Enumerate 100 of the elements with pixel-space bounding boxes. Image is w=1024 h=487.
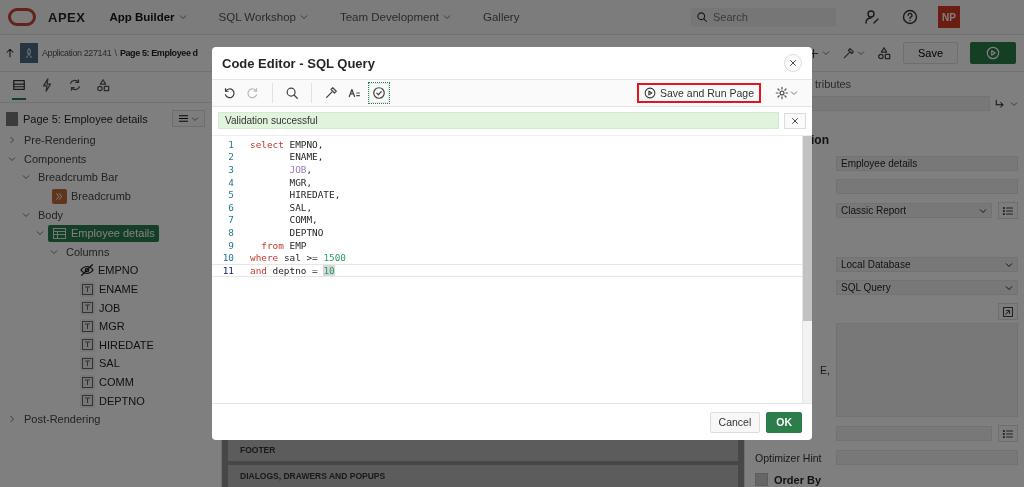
text-column-icon xyxy=(80,393,95,409)
tree-node[interactable]: EMPNO xyxy=(76,262,143,279)
help-icon xyxy=(902,9,918,25)
scrollbar[interactable] xyxy=(802,136,812,403)
user-avatar[interactable]: NP xyxy=(938,6,960,28)
list-icon xyxy=(1002,427,1014,440)
cancel-button[interactable]: Cancel xyxy=(709,411,761,433)
save-button[interactable]: Save xyxy=(902,42,958,64)
tree-node[interactable]: COMM xyxy=(76,373,138,391)
list-button[interactable] xyxy=(998,425,1018,442)
code-line: select EMPNO, xyxy=(250,138,324,150)
settings-button[interactable] xyxy=(775,86,798,100)
code-line: JOB, xyxy=(288,164,313,175)
nav-menu[interactable]: Gallery xyxy=(483,11,520,23)
breadcrumb-link[interactable]: Page 5: Employee d xyxy=(119,48,198,58)
chevron-down-icon xyxy=(299,13,308,21)
line-number: 3 xyxy=(227,164,234,175)
select-field[interactable]: Local Database xyxy=(836,257,1018,272)
wrench-icon xyxy=(841,46,855,60)
shared-components-button[interactable] xyxy=(876,46,891,60)
nav-menu[interactable]: Team Development xyxy=(339,11,451,23)
line-number: 9 xyxy=(227,239,234,251)
tree-node[interactable]: JOB xyxy=(76,299,125,317)
text-column-icon xyxy=(80,318,95,334)
chevron-down-icon xyxy=(191,114,199,123)
text-field[interactable]: Employee details xyxy=(836,156,1018,171)
tree-node[interactable]: Pre-Rendering xyxy=(20,133,100,148)
validate-button[interactable] xyxy=(368,82,390,104)
tree-node[interactable]: Columns xyxy=(62,244,114,259)
chevron-down-icon xyxy=(790,89,798,97)
tree-node[interactable]: Post-Rendering xyxy=(20,412,105,427)
text-format-icon xyxy=(348,86,362,100)
tree-node[interactable]: ENAME xyxy=(76,280,143,298)
rocket-icon xyxy=(23,47,35,59)
tree-menu-button[interactable] xyxy=(172,110,205,127)
line-number: 2 xyxy=(227,151,234,163)
layout-section: DIALOGS, DRAWERS AND POPUPS xyxy=(228,465,738,487)
text-column-icon xyxy=(80,281,95,297)
check-circle-icon xyxy=(372,86,386,100)
shapes-icon xyxy=(876,46,891,60)
menu-icon xyxy=(178,113,189,124)
list-icon xyxy=(1002,204,1014,217)
code-fragment: E, xyxy=(819,364,830,376)
chevron-right-icon xyxy=(8,136,16,145)
save-and-run-button[interactable]: Save and Run Page xyxy=(637,83,761,103)
shared-icon xyxy=(96,78,110,92)
chevron-down-icon xyxy=(856,49,865,57)
select-field[interactable]: SQL Query xyxy=(836,280,1018,295)
arrow-turn-icon xyxy=(994,97,1006,110)
search-icon xyxy=(696,10,708,23)
panel-tab[interactable] xyxy=(12,78,26,100)
checkbox[interactable] xyxy=(755,473,768,486)
up-arrow-icon xyxy=(4,47,16,59)
settings-icon xyxy=(775,86,789,100)
line-number: 5 xyxy=(227,189,234,201)
chevron-down-icon xyxy=(1005,260,1013,269)
chevron-down-icon xyxy=(22,210,30,219)
code-line: and deptno = 10 xyxy=(250,264,335,276)
rendering-icon xyxy=(12,78,26,92)
dynamic-actions-icon xyxy=(40,78,54,92)
run-button[interactable] xyxy=(970,42,1016,64)
play-circle-icon xyxy=(986,46,1000,60)
close-icon xyxy=(790,115,800,126)
ok-button[interactable]: OK xyxy=(766,411,802,433)
section-title: Order By xyxy=(774,473,822,486)
nav-menu[interactable]: App Builder xyxy=(109,11,187,23)
close-button[interactable] xyxy=(784,54,802,72)
code-line: from EMP xyxy=(260,239,307,251)
tree-node[interactable]: SAL xyxy=(76,354,124,372)
layout-section: FOOTER xyxy=(228,439,738,461)
chevron-down-icon xyxy=(979,206,987,215)
expand-button[interactable] xyxy=(998,303,1018,320)
play-circle-icon xyxy=(644,87,656,99)
code-line: DEPTNO xyxy=(288,226,324,238)
list-button[interactable] xyxy=(998,202,1018,219)
tree-node[interactable]: HIREDATE xyxy=(76,336,158,354)
text-column-icon xyxy=(80,355,95,371)
tree-node[interactable]: DEPTNO xyxy=(76,392,149,410)
tree-node[interactable]: Components xyxy=(20,151,91,166)
nav-menu[interactable]: SQL Workshop xyxy=(218,11,308,23)
search-field[interactable]: Search xyxy=(691,7,836,27)
chevron-down-icon xyxy=(821,49,830,57)
tree-node[interactable]: Breadcrumb Bar xyxy=(34,170,123,185)
code-line: COMM, xyxy=(288,214,318,226)
utilities-menu-button[interactable] xyxy=(841,46,865,60)
select-field[interactable]: Classic Report xyxy=(836,203,992,218)
close-button[interactable] xyxy=(784,112,806,129)
hidden-eye-icon xyxy=(80,263,94,278)
panel-tab[interactable]: tributes xyxy=(815,78,852,90)
search-icon xyxy=(285,86,299,100)
success-message: Validation successful xyxy=(218,112,779,129)
code-line: SAL, xyxy=(288,201,313,213)
field-label: Optimizer Hint xyxy=(755,451,823,464)
tree-node[interactable]: MGR xyxy=(76,317,129,335)
tree-node[interactable]: Body xyxy=(34,207,68,222)
breadcrumb-link[interactable]: Application 227141 xyxy=(42,48,112,58)
tree-node[interactable]: Breadcrumb xyxy=(48,187,135,205)
logo-icon xyxy=(8,8,36,26)
chevron-down-icon xyxy=(1010,99,1018,108)
tree-node[interactable]: Employee details xyxy=(48,224,159,242)
